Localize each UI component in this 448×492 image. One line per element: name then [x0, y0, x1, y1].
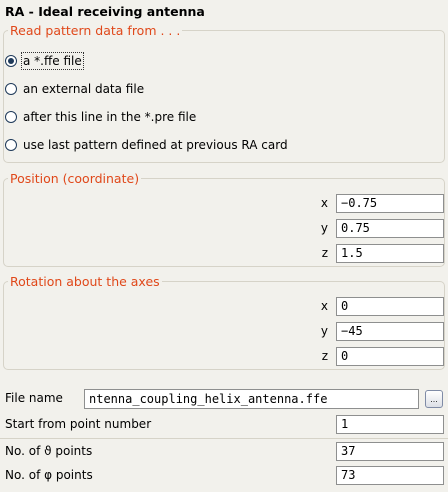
- file-name-label: File name: [5, 391, 63, 405]
- radio-button-icon[interactable]: [5, 139, 17, 151]
- position-z-row: z 1.5: [0, 243, 448, 264]
- rotation-z-label: z: [321, 349, 328, 363]
- radio-label-after-this-line[interactable]: after this line in the *.pre file: [23, 110, 196, 124]
- radio-button-checked-icon[interactable]: [5, 55, 17, 67]
- radio-label-external-data-file[interactable]: an external data file: [23, 82, 144, 96]
- position-x-label: x: [320, 196, 328, 210]
- separator: [0, 438, 448, 439]
- position-y-label: y: [320, 221, 328, 235]
- position-x-row: x −0.75: [0, 193, 448, 214]
- radio-after-this-line[interactable]: after this line in the *.pre file: [5, 107, 196, 127]
- position-y-input[interactable]: 0.75: [336, 219, 444, 238]
- radio-button-icon[interactable]: [5, 111, 17, 123]
- rotation-z-row: z 0: [0, 346, 448, 367]
- position-z-input[interactable]: 1.5: [336, 244, 444, 263]
- phi-points-label: No. of φ points: [5, 468, 93, 482]
- position-legend: Position (coordinate): [10, 171, 140, 186]
- phi-points-input[interactable]: 73: [336, 466, 444, 485]
- rotation-x-row: x 0: [0, 296, 448, 317]
- radio-external-data-file[interactable]: an external data file: [5, 79, 144, 99]
- ra-card-panel: RA - Ideal receiving antenna Read patter…: [0, 0, 448, 492]
- start-point-label: Start from point number: [5, 417, 152, 431]
- position-z-label: z: [321, 246, 328, 260]
- start-point-input[interactable]: 1: [336, 415, 444, 434]
- rotation-z-input[interactable]: 0: [336, 347, 444, 366]
- rotation-y-label: y: [320, 324, 328, 338]
- rotation-y-input[interactable]: −45: [336, 322, 444, 341]
- position-y-row: y 0.75: [0, 218, 448, 239]
- rotation-x-input[interactable]: 0: [336, 297, 444, 316]
- radio-button-icon[interactable]: [5, 83, 17, 95]
- card-title: RA - Ideal receiving antenna: [5, 4, 205, 19]
- radio-label-use-last-pattern[interactable]: use last pattern defined at previous RA …: [23, 138, 288, 152]
- file-name-input[interactable]: ntenna_coupling_helix_antenna.ffe: [84, 389, 419, 409]
- theta-points-input[interactable]: 37: [336, 442, 444, 461]
- rotation-y-row: y −45: [0, 321, 448, 342]
- pattern-source-legend: Read pattern data from . . .: [10, 23, 181, 38]
- rotation-legend: Rotation about the axes: [10, 274, 160, 289]
- radio-use-last-pattern[interactable]: use last pattern defined at previous RA …: [5, 135, 288, 155]
- position-x-input[interactable]: −0.75: [336, 194, 444, 213]
- theta-points-label: No. of ϑ points: [5, 444, 93, 458]
- rotation-x-label: x: [320, 299, 328, 313]
- radio-label-ffe-file[interactable]: a *.ffe file: [21, 52, 84, 70]
- browse-button[interactable]: ...: [425, 390, 443, 408]
- radio-ffe-file[interactable]: a *.ffe file: [5, 51, 84, 71]
